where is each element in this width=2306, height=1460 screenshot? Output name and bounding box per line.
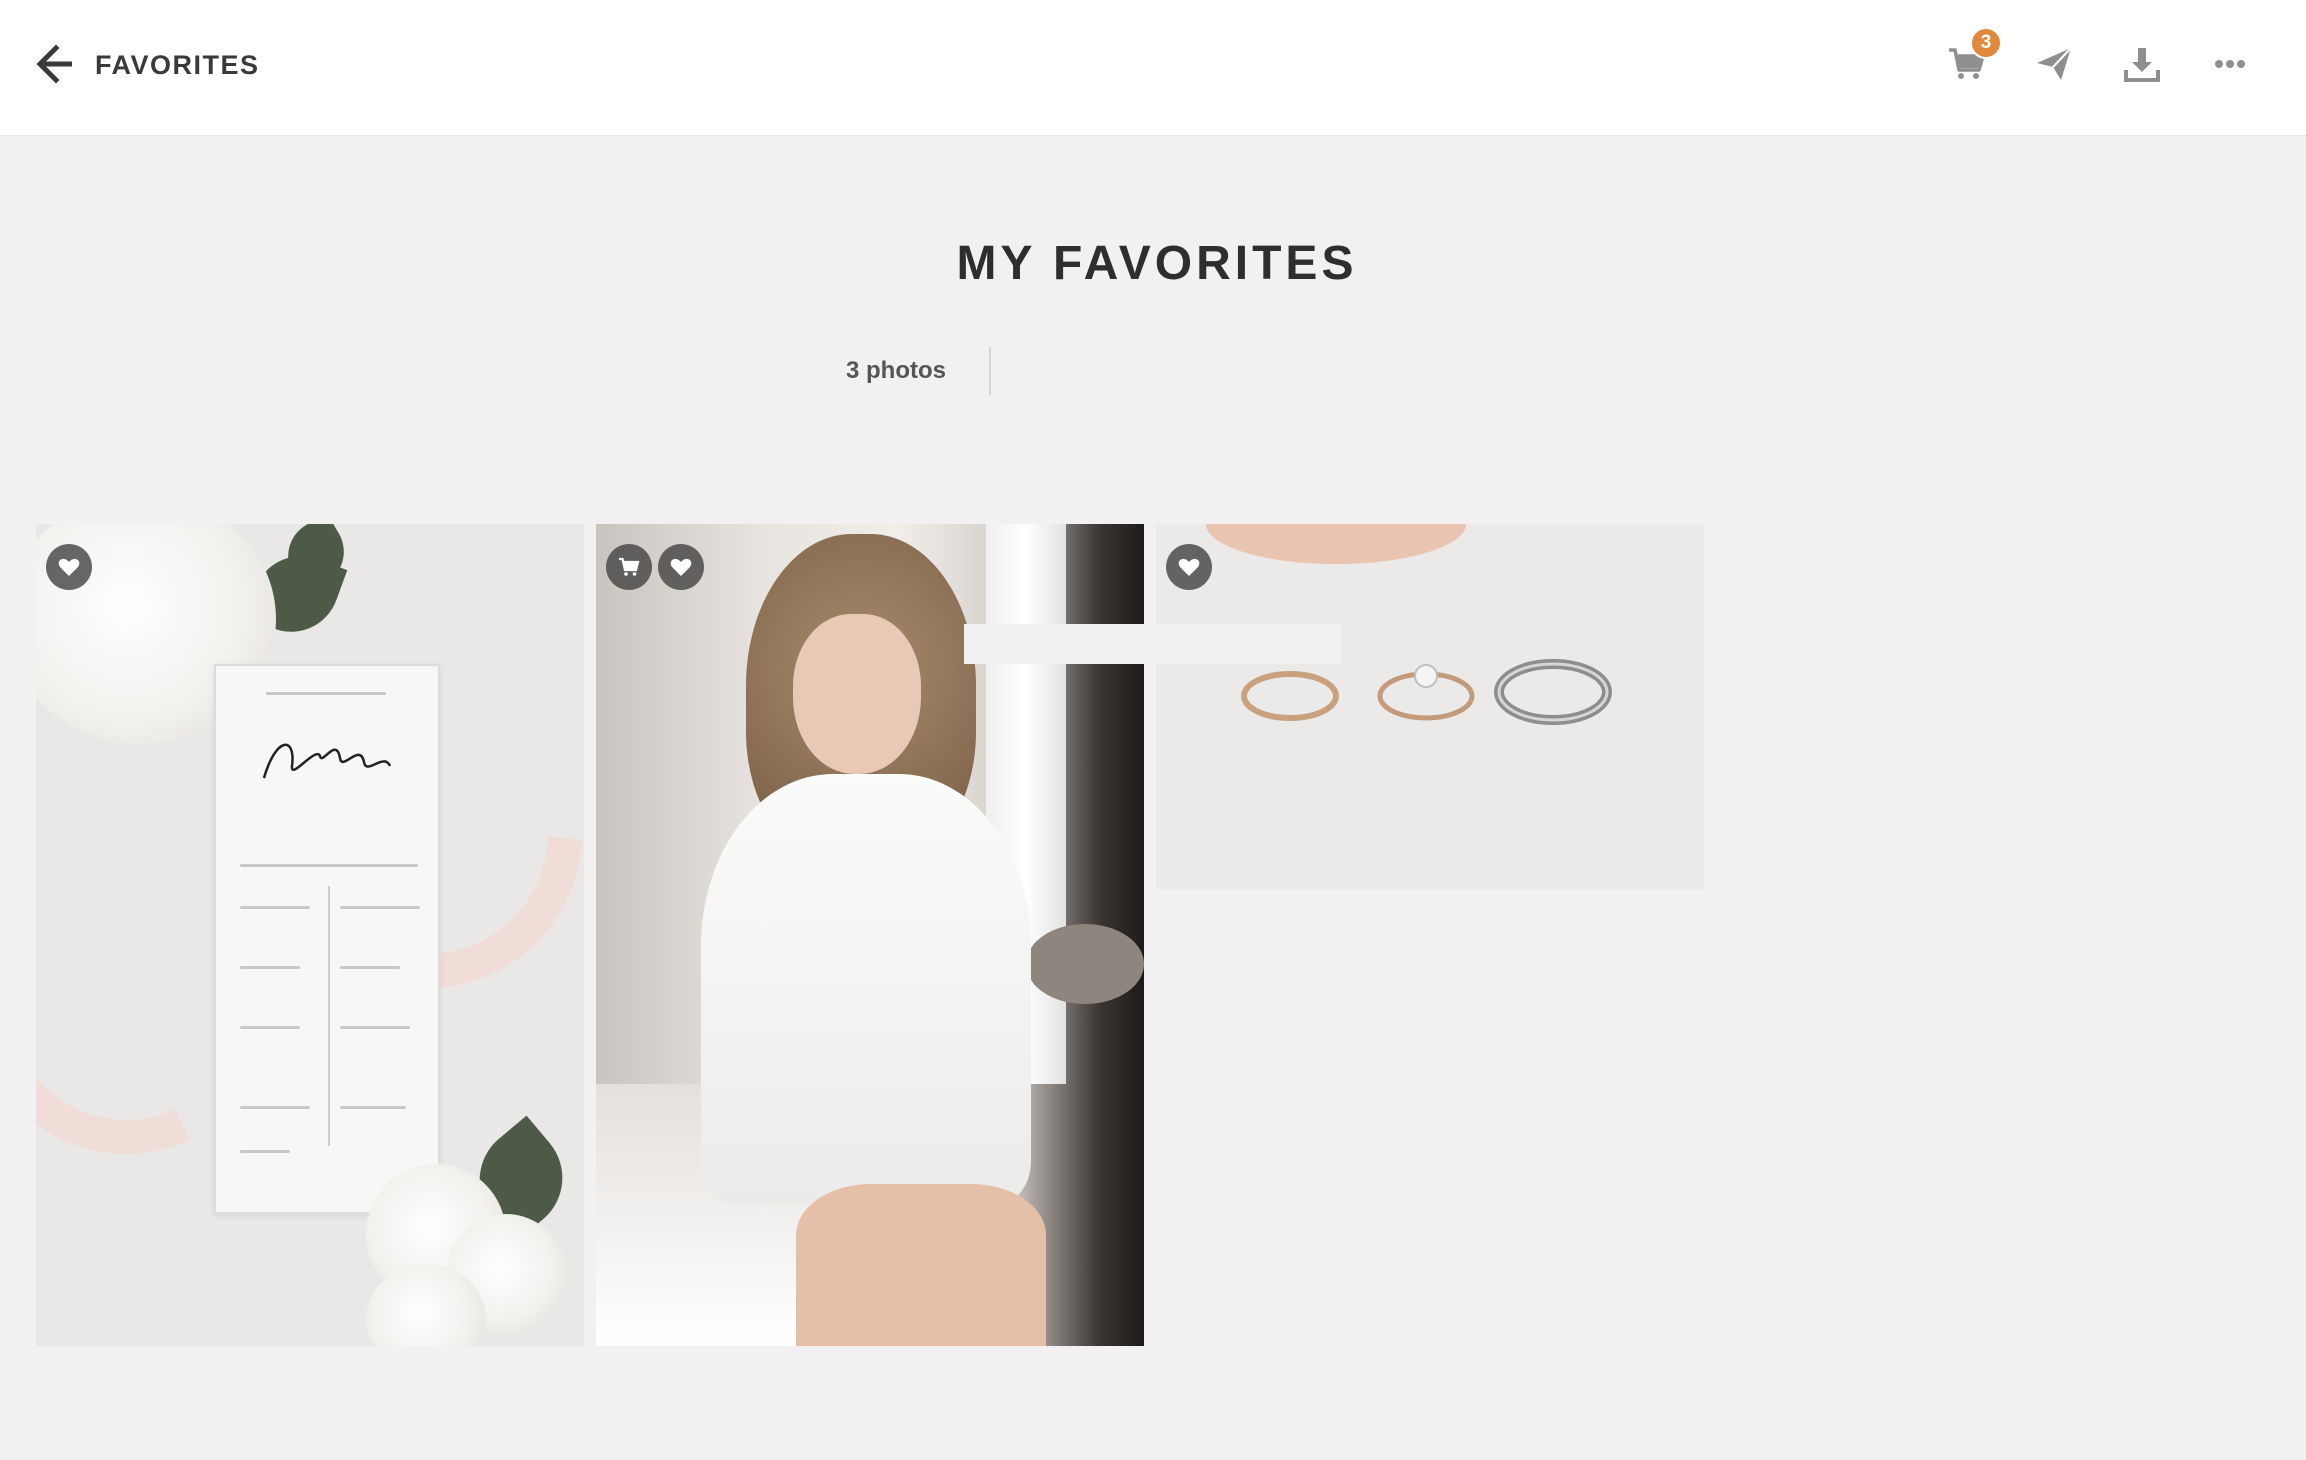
cart-button[interactable]: 3 (1942, 27, 2002, 88)
paper-text-line (340, 966, 400, 969)
script-lettering (262, 743, 392, 779)
favorite-toggle[interactable] (1166, 544, 1212, 590)
favorite-toggle[interactable] (658, 544, 704, 590)
paper-text-line (240, 1106, 310, 1109)
heart-icon (670, 558, 692, 576)
page-title: FAVORITES (95, 50, 260, 80)
add-to-cart-button[interactable] (606, 544, 652, 590)
paper-divider (328, 886, 330, 1146)
download-button[interactable] (2118, 40, 2166, 88)
send-icon (2037, 47, 2072, 80)
cart-icon (619, 557, 640, 576)
back-button[interactable] (34, 42, 78, 86)
paper-text-line (240, 1150, 290, 1153)
paper-text-line (240, 906, 310, 909)
paper-text-line (340, 1106, 406, 1109)
more-options-button[interactable] (2206, 40, 2254, 88)
heart-icon (58, 558, 80, 576)
photo-count-label: 3 photos (846, 357, 946, 384)
arrow-left-icon (36, 44, 72, 84)
stool-shape (1026, 924, 1144, 1004)
photo-tile-rings[interactable] (1156, 524, 1704, 889)
bride-face-shape (793, 614, 921, 774)
favorite-toggle[interactable] (46, 544, 92, 590)
cart-count-badge: 3 (1970, 27, 2002, 59)
top-bar: FAVORITES 3 (0, 0, 2306, 136)
paper-text-line (340, 1026, 410, 1029)
heart-icon (1178, 558, 1200, 576)
paper-text-line (340, 906, 420, 909)
paper-text-line (240, 1026, 300, 1029)
divider (989, 347, 991, 395)
share-button[interactable] (2030, 40, 2078, 88)
overlay-bar (964, 624, 1342, 664)
rings-illustration (1241, 659, 1612, 725)
favorites-heading: MY FAVORITES (956, 237, 1358, 290)
bride-robe-shape (701, 774, 1031, 1204)
photo-tile-wedding-program[interactable] (36, 524, 584, 1346)
paper-text-line (240, 864, 418, 867)
wedding-program-card (214, 664, 440, 1214)
paper-text-line (266, 692, 386, 695)
more-icon (2215, 60, 2245, 68)
paper-text-line (240, 966, 300, 969)
download-icon (2124, 48, 2160, 82)
bride-legs-shape (796, 1184, 1046, 1346)
